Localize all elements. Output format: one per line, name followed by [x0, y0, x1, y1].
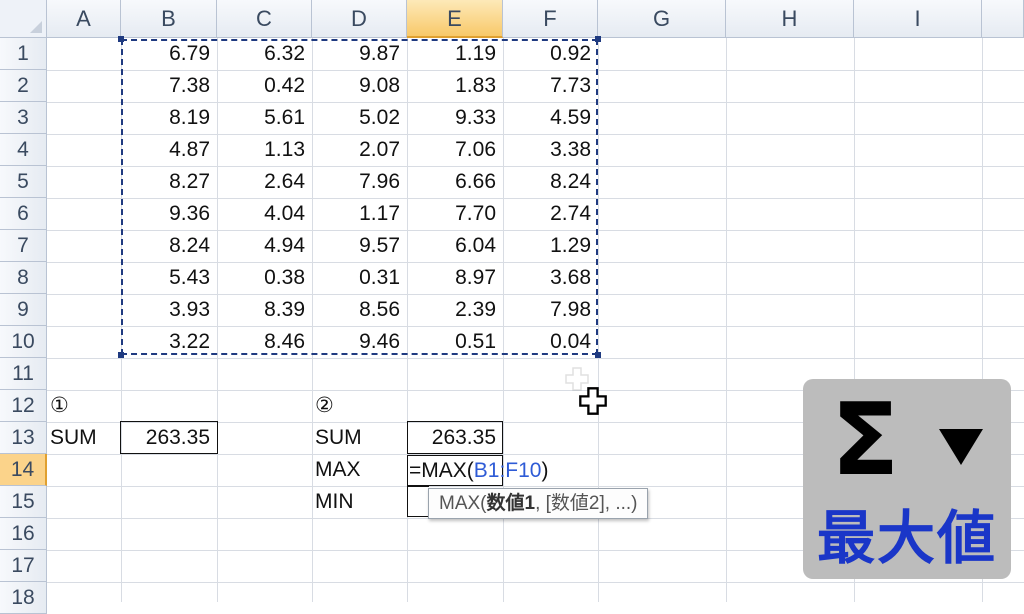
overlay-label: 最大値 [816, 504, 997, 572]
column-header-c[interactable]: C [217, 0, 312, 38]
cross-cursor-icon [579, 387, 607, 415]
row-header-11[interactable]: 11 [0, 358, 47, 390]
row-header-12[interactable]: 12 [0, 390, 47, 422]
function-argument-tooltip[interactable]: MAX(数値1, [数値2], ...) [428, 488, 649, 519]
tooltip-current-argument: 数値1 [486, 493, 536, 514]
row-header-8[interactable]: 8 [0, 262, 47, 294]
marquee-handle-bottom-left[interactable] [118, 352, 124, 358]
formula-text[interactable]: =MAX(B1:F10) [409, 455, 548, 486]
cell-d14-max-label[interactable]: MAX [312, 454, 407, 486]
formula-ref-end: F10 [505, 459, 542, 482]
column-header-f[interactable]: F [503, 0, 598, 38]
row-header-17[interactable]: 17 [0, 550, 47, 582]
row-header-13[interactable]: 13 [0, 422, 47, 454]
column-header-h[interactable]: H [726, 0, 854, 38]
row-header-18[interactable]: 18 [0, 582, 47, 614]
column-header-j[interactable] [982, 0, 1024, 38]
row-header-15[interactable]: 15 [0, 486, 47, 518]
select-all-corner[interactable] [0, 0, 47, 38]
column-header-g[interactable]: G [598, 0, 726, 38]
formula-ref-start: B1 [473, 459, 500, 482]
row-header-5[interactable]: 5 [0, 166, 47, 198]
column-header-d[interactable]: D [312, 0, 407, 38]
range-reference-marquee [121, 39, 598, 355]
row-header-14[interactable]: 14 [0, 454, 47, 486]
row-header-4[interactable]: 4 [0, 134, 47, 166]
tooltip-function-name: MAX( [439, 493, 487, 514]
column-header-e[interactable]: E [407, 0, 503, 38]
cell-b13-sum-value[interactable]: 263.35 [121, 422, 217, 454]
cell-a13-sum-label[interactable]: SUM [47, 422, 121, 454]
cell-a12-marker[interactable]: ① [47, 390, 121, 422]
marquee-handle-top-left[interactable] [118, 36, 124, 42]
marquee-handle-bottom-right[interactable] [595, 352, 601, 358]
row-header-7[interactable]: 7 [0, 230, 47, 262]
row-header-2[interactable]: 2 [0, 70, 47, 102]
row-header-6[interactable]: 6 [0, 198, 47, 230]
cell-d13-sum-label[interactable]: SUM [312, 422, 407, 454]
formula-suffix: ) [541, 459, 549, 482]
cell-e13-sum-value[interactable]: 263.35 [407, 422, 503, 454]
autosum-max-overlay: Σ 最大値 [803, 379, 1011, 579]
column-header-a[interactable]: A [47, 0, 121, 38]
dropdown-arrow-icon [939, 429, 983, 465]
spreadsheet: A B C D E F G H I 1 2 3 4 5 6 7 8 9 10 1… [0, 0, 1024, 614]
row-header-16[interactable]: 16 [0, 518, 47, 550]
row-header-1[interactable]: 1 [0, 38, 47, 70]
tooltip-remaining-arguments: , [数値2], ...) [535, 493, 638, 514]
row-header-9[interactable]: 9 [0, 294, 47, 326]
cell-d15-min-label[interactable]: MIN [312, 486, 407, 518]
formula-prefix: =MAX( [409, 459, 474, 482]
cell-e15-border [407, 486, 429, 517]
row-header-3[interactable]: 3 [0, 102, 47, 134]
sigma-icon: Σ [831, 381, 900, 498]
cell-d12-marker[interactable]: ② [312, 390, 407, 422]
column-header-i[interactable]: I [854, 0, 982, 38]
row-header-10[interactable]: 10 [0, 326, 47, 358]
marquee-handle-top-right[interactable] [595, 36, 601, 42]
column-header-b[interactable]: B [121, 0, 217, 38]
